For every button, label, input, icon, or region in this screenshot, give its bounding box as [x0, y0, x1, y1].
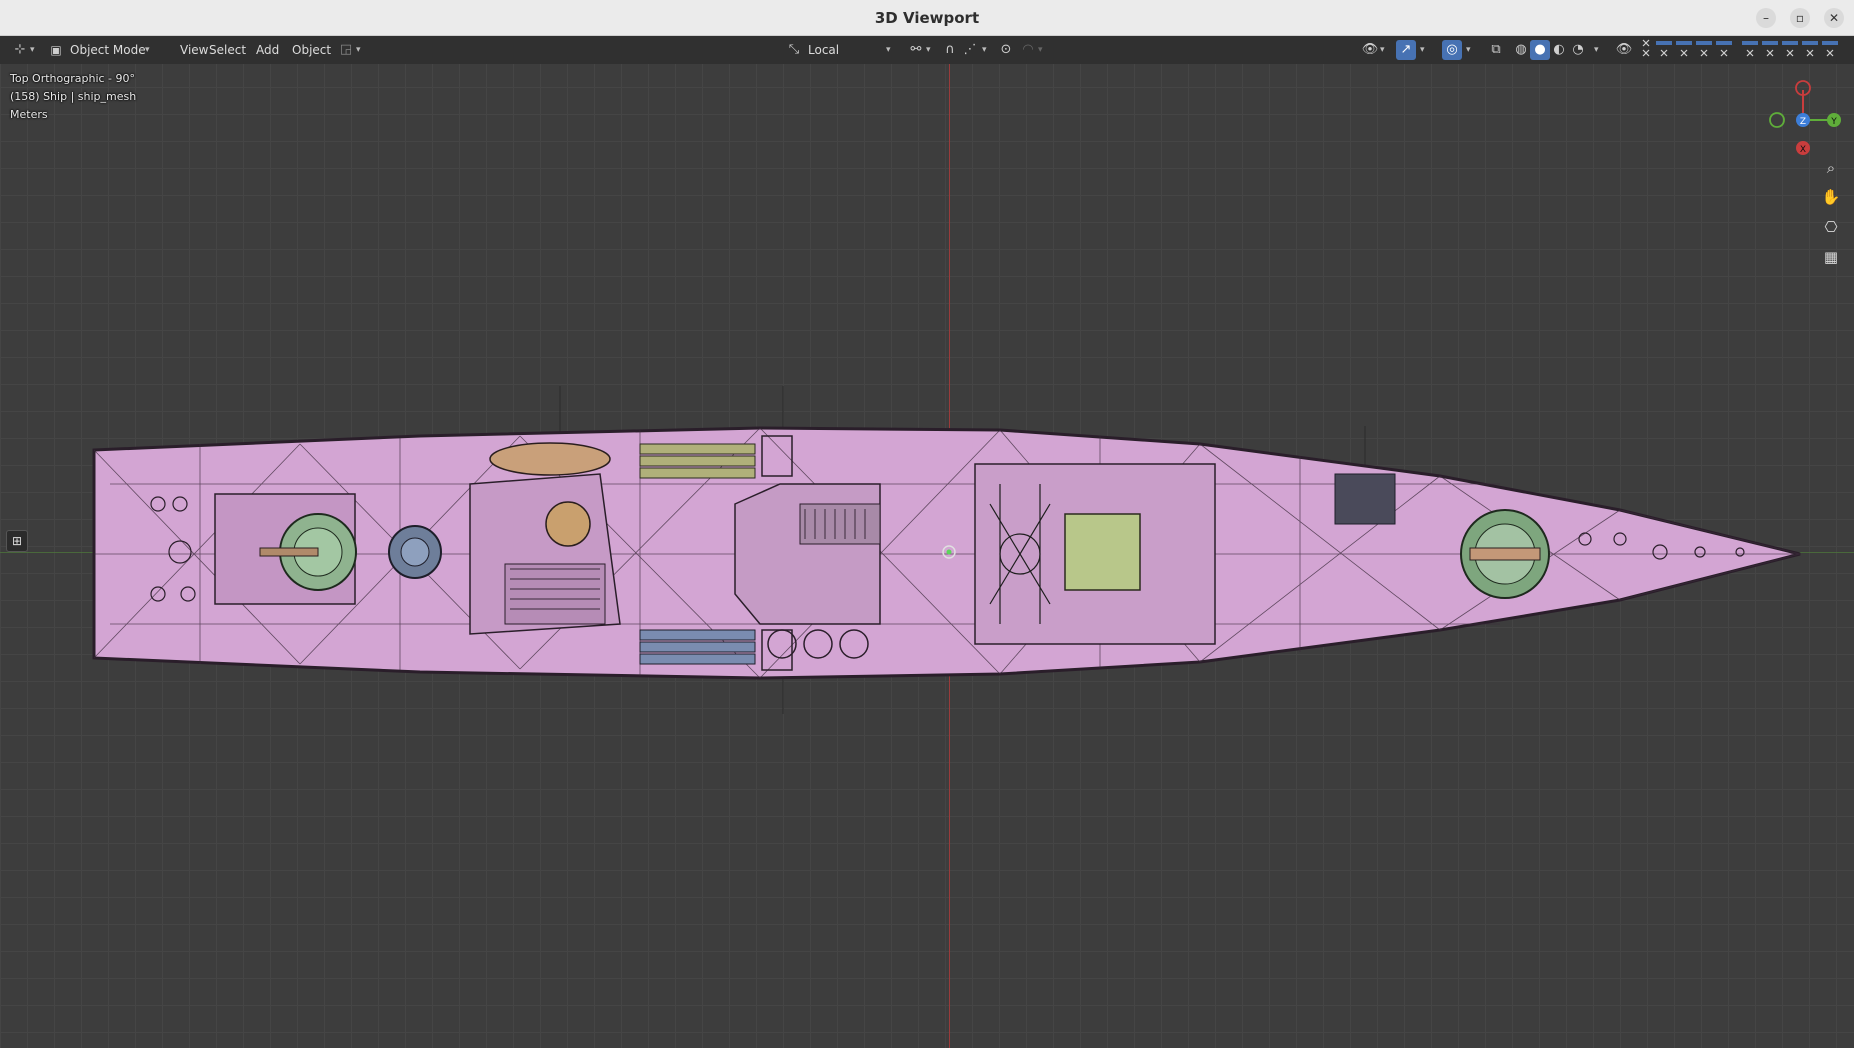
overlays-toggle-icon[interactable]: ◎ [1442, 40, 1462, 60]
chevron-down-icon[interactable]: ▾ [1380, 40, 1385, 60]
solid-shading-icon[interactable]: ● [1530, 40, 1550, 60]
menu-add[interactable]: Add [250, 39, 285, 61]
wireframe-shading-icon[interactable]: ◍ [1511, 40, 1531, 60]
orientation-icon[interactable]: ⤡ [784, 40, 804, 60]
chevron-down-icon[interactable]: ▾ [356, 40, 361, 60]
selectability-icon[interactable]: 👁 [1360, 40, 1380, 60]
chevron-down-icon[interactable]: ▾ [30, 40, 35, 60]
pan-hand-icon[interactable]: ✋ [1818, 184, 1844, 210]
gizmo-x-label: X [1800, 145, 1806, 155]
gpencil-icon[interactable]: ◲ [336, 40, 356, 60]
pivot-icon[interactable]: ⚯ [906, 40, 926, 60]
chevron-down-icon[interactable]: ▾ [926, 40, 931, 60]
chevron-down-icon[interactable]: ▾ [1038, 40, 1043, 60]
mode-dropdown[interactable]: Object Mode [64, 39, 152, 61]
snap-target-icon[interactable]: ⋰ [960, 40, 980, 60]
editor-type-icon[interactable]: ⊹ [10, 40, 30, 60]
3d-viewport[interactable]: Top Orthographic - 90° (158) Ship | ship… [0, 64, 1854, 1048]
gizmo-y-label: Y [1830, 117, 1837, 127]
material-shading-icon[interactable]: ◐ [1549, 40, 1569, 60]
toolbar-toggle-icon[interactable]: ⊞ [6, 530, 28, 552]
rendered-shading-icon[interactable]: ◔ [1568, 40, 1588, 60]
xray-icon[interactable]: ⧉ [1486, 40, 1506, 60]
zoom-icon[interactable]: ⌕ [1818, 155, 1844, 181]
chevron-down-icon[interactable]: ▾ [982, 40, 987, 60]
proportional-edit-icon[interactable]: ⊙ [996, 40, 1016, 60]
chevron-down-icon[interactable]: ▾ [886, 40, 891, 60]
gizmo-z-label: Z [1800, 117, 1806, 127]
window-title-bar: 3D Viewport – ▫ ✕ [0, 0, 1854, 36]
chevron-down-icon[interactable]: ▾ [1420, 40, 1425, 60]
window-title: 3D Viewport [874, 9, 980, 27]
chevron-down-icon[interactable]: ▾ [1594, 40, 1599, 60]
ship-mesh[interactable] [0, 64, 1854, 1048]
camera-icon[interactable]: ⎔ [1818, 214, 1844, 240]
navigation-gizmo[interactable]: Z Y X [1760, 70, 1850, 160]
snap-icon[interactable]: ∩ [940, 40, 960, 60]
chevron-down-icon[interactable]: ▾ [145, 40, 150, 60]
minimize-button[interactable]: – [1756, 8, 1776, 28]
menu-select[interactable]: Select [203, 39, 252, 61]
falloff-icon[interactable]: ◠ [1018, 40, 1038, 60]
chevron-down-icon[interactable]: ▾ [1466, 40, 1471, 60]
maximize-button[interactable]: ▫ [1790, 8, 1810, 28]
menu-object[interactable]: Object [286, 39, 337, 61]
visibility-icon[interactable]: 👁 [1614, 40, 1634, 60]
viewport-header: ⊹ ▾ ▣ Object Mode ▾ View Select Add Obje… [0, 36, 1854, 64]
object-mode-icon[interactable]: ▣ [46, 40, 66, 60]
transform-orientation-dropdown[interactable]: Local [802, 39, 845, 61]
grid-icon[interactable]: ▦ [1818, 244, 1844, 270]
close-button[interactable]: ✕ [1824, 8, 1844, 28]
collection-toggles[interactable] [1634, 38, 1839, 62]
gizmo-toggle-icon[interactable]: ↗ [1396, 40, 1416, 60]
